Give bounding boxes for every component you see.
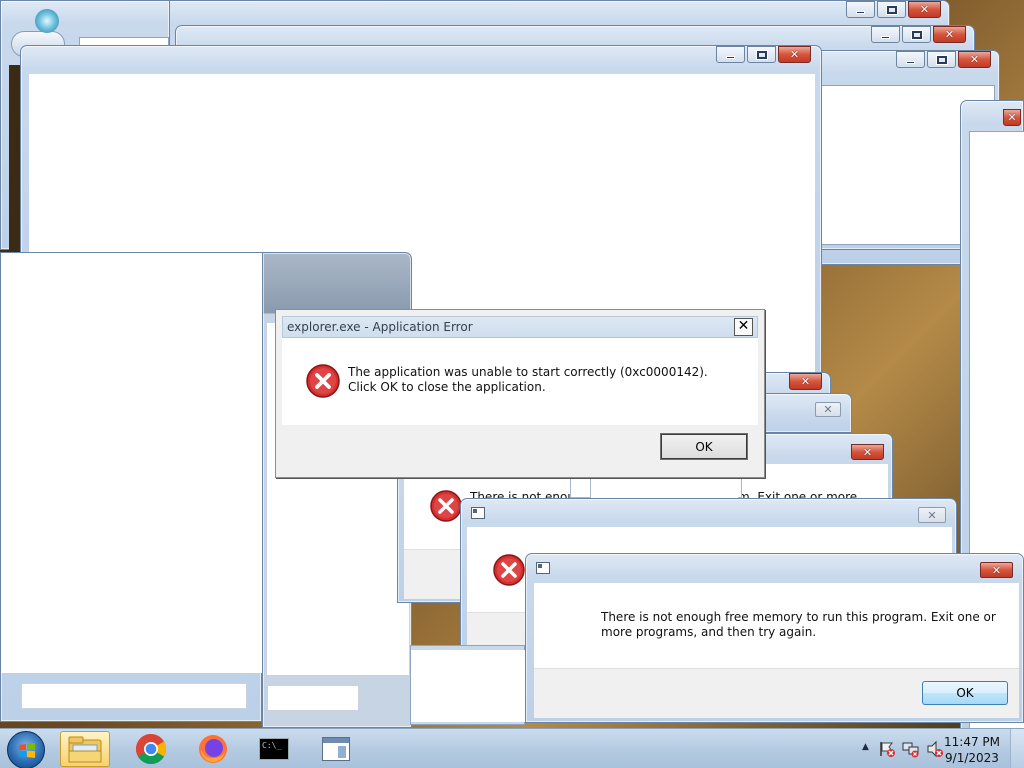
memory-error-dialog: ✕ There is not enough free memory to run…: [525, 553, 1024, 723]
maximize-button[interactable]: [747, 46, 776, 63]
clock-time: 11:47 PM: [944, 735, 1000, 749]
cmd-icon: C:\_: [259, 738, 289, 760]
caption-buttons: ✕: [1001, 109, 1021, 126]
minimize-icon: [726, 55, 735, 59]
cmd-glyph: C:\_: [262, 741, 282, 750]
window-client: [1, 253, 263, 673]
dialog-body: The application was unable to start corr…: [282, 338, 758, 425]
close-button[interactable]: ✕: [778, 46, 811, 63]
caption-buttons: ✕: [869, 26, 966, 43]
maximize-button[interactable]: [927, 51, 956, 68]
explorer-error-dialog: explorer.exe - Application Error ✕ The a…: [275, 309, 765, 478]
action-center-flag-icon[interactable]: [878, 740, 896, 758]
taskbar-item-file-explorer[interactable]: [60, 731, 110, 767]
caption-buttons: ✕: [916, 507, 946, 523]
maximize-icon: [910, 29, 923, 40]
minimize-icon: [856, 10, 865, 14]
system-tray: ▲ 11:47 PM 9/1/2023: [834, 729, 1024, 768]
ok-button[interactable]: OK: [922, 681, 1008, 705]
caption-buttons: ✕: [787, 373, 822, 390]
status-field: [267, 685, 359, 711]
close-icon: ✕: [789, 48, 800, 61]
maximize-icon: [885, 4, 898, 15]
dialog-message: There is not enough free memory to run t…: [601, 610, 996, 639]
minimize-button[interactable]: [716, 46, 745, 63]
close-button[interactable]: ✕: [734, 318, 753, 336]
close-icon: ✕: [944, 28, 955, 41]
clock-date: 9/1/2023: [945, 751, 999, 765]
windows-logo-icon: [35, 9, 59, 33]
volume-muted-icon[interactable]: [926, 740, 944, 758]
close-icon: ✕: [927, 508, 937, 522]
folder-icon: [68, 736, 102, 763]
show-desktop-button[interactable]: [1010, 729, 1024, 768]
close-button[interactable]: ✕: [933, 26, 966, 43]
caption-buttons: ✕: [813, 402, 841, 417]
caption-buttons: ✕: [894, 51, 991, 68]
error-icon: [306, 364, 340, 401]
windows-orb-icon: [19, 743, 35, 758]
minimize-button[interactable]: [896, 51, 925, 68]
close-icon: ✕: [1007, 111, 1017, 124]
error-icon: [493, 554, 525, 589]
close-button[interactable]: ✕: [815, 402, 841, 417]
minimize-icon: [906, 60, 915, 64]
close-icon: ✕: [919, 3, 930, 16]
close-icon: ✕: [737, 318, 750, 334]
maximize-icon: [935, 54, 948, 65]
close-icon: ✕: [823, 403, 833, 416]
dialog-title: explorer.exe - Application Error: [287, 320, 473, 334]
error-dialog-stack-2: ✕: [755, 393, 852, 433]
close-icon: ✕: [969, 53, 980, 66]
close-button[interactable]: ✕: [918, 507, 946, 523]
caption-buttons: ✕: [844, 1, 941, 18]
maximize-button[interactable]: [877, 1, 906, 18]
maximize-icon: [755, 49, 768, 60]
close-icon: ✕: [862, 445, 873, 459]
close-button[interactable]: ✕: [908, 1, 941, 18]
taskbar-item-chrome[interactable]: [126, 731, 176, 767]
minimize-button[interactable]: [871, 26, 900, 43]
taskbar-item-firefox[interactable]: [188, 731, 238, 767]
taskbar: C:\_ ▲ 11:47 PM 9/1/2023: [0, 728, 1024, 768]
taskbar-item-command-prompt[interactable]: C:\_: [249, 731, 299, 767]
caption-buttons: ✕: [849, 444, 884, 460]
minimize-icon: [881, 35, 890, 39]
close-button[interactable]: ✕: [851, 444, 884, 460]
dialog-message: The application was unable to start corr…: [348, 365, 708, 394]
window-icon-pane: [338, 746, 346, 758]
dialog-titlebar: explorer.exe - Application Error ✕: [282, 316, 758, 338]
clock[interactable]: 11:47 PM 9/1/2023: [944, 734, 1000, 766]
close-button[interactable]: ✕: [980, 562, 1013, 578]
window-icon: [536, 562, 550, 574]
ok-button[interactable]: OK: [660, 433, 748, 460]
close-button[interactable]: ✕: [1003, 109, 1021, 126]
network-icon[interactable]: [902, 740, 920, 758]
close-button[interactable]: ✕: [789, 373, 822, 390]
window-icon-caption: [323, 738, 349, 743]
close-icon: ✕: [800, 375, 811, 388]
window-icon: [322, 737, 350, 761]
status-field: [21, 683, 247, 709]
maximize-button[interactable]: [902, 26, 931, 43]
show-hidden-icons-button[interactable]: ▲: [862, 742, 869, 752]
minimize-button[interactable]: [846, 1, 875, 18]
chrome-icon: [135, 734, 167, 765]
firefox-icon: [199, 735, 227, 763]
taskbar-item-app-window[interactable]: [311, 731, 361, 767]
caption-buttons: ✕: [978, 562, 1013, 578]
window-icon: [471, 507, 485, 519]
error-icon: [430, 490, 462, 525]
left-blank-window: [0, 252, 263, 722]
stack-window-edge: [410, 645, 526, 725]
start-button[interactable]: [7, 731, 45, 768]
close-button[interactable]: ✕: [958, 51, 991, 68]
caption-buttons: ✕: [714, 46, 811, 63]
window-client: [411, 650, 526, 722]
close-icon: ✕: [991, 563, 1002, 577]
